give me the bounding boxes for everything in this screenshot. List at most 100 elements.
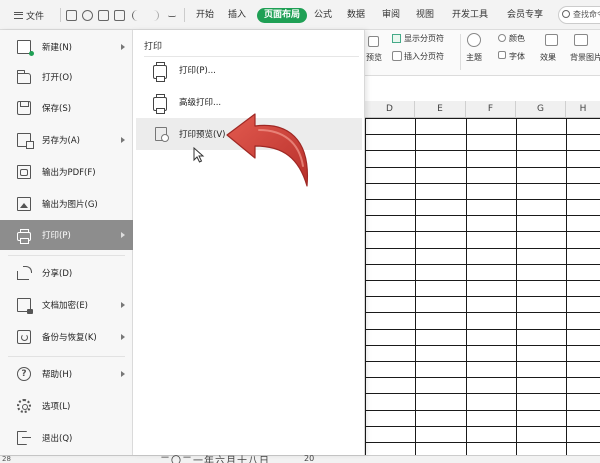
background-label[interactable]: 背景图片	[570, 52, 600, 63]
font-label[interactable]: 字体	[509, 51, 525, 62]
cell-grid[interactable]	[365, 118, 600, 460]
tab-home[interactable]: 开始	[192, 8, 218, 23]
print-quick-icon[interactable]	[98, 10, 109, 21]
color-icon[interactable]	[498, 34, 506, 42]
search-input[interactable]: 查找命令	[558, 6, 600, 24]
menu-item-label: 另存为(A)	[42, 136, 80, 146]
tab-insert[interactable]: 插入	[226, 8, 248, 23]
chevron-right-icon	[121, 137, 125, 143]
grid-row-line	[365, 425, 600, 427]
theme-label[interactable]: 主题	[466, 52, 482, 63]
effect-icon[interactable]	[545, 34, 558, 46]
tab-page-layout[interactable]: 页面布局	[257, 8, 307, 23]
menu-item-print[interactable]: 打印(P)	[0, 220, 133, 250]
grid-row-line	[365, 199, 600, 200]
theme-palette-icon[interactable]	[467, 33, 481, 47]
grid-row-line	[365, 263, 600, 265]
chevron-right-icon	[121, 334, 125, 340]
column-header-e[interactable]: E	[415, 101, 466, 118]
undo-icon[interactable]	[132, 10, 143, 21]
effect-label[interactable]: 效果	[540, 52, 556, 63]
row-number: 28	[2, 455, 11, 463]
tab-formula[interactable]: 公式	[312, 8, 334, 23]
menu-item-save[interactable]: 保存(S)	[0, 93, 133, 123]
menu-item-label: 打开(O)	[42, 73, 73, 83]
submenu-item-label: 高级打印...	[179, 98, 222, 108]
file-menu-label: 文件	[25, 11, 44, 22]
status-strip	[0, 455, 600, 463]
redo-icon[interactable]	[148, 10, 159, 21]
color-label[interactable]: 颜色	[509, 33, 525, 44]
tab-view[interactable]: 视图	[414, 8, 436, 23]
menu-item-label: 选项(L)	[42, 402, 71, 412]
exit-icon	[17, 431, 31, 445]
grid-column-line	[566, 118, 567, 455]
grid-row-line	[365, 296, 600, 298]
column-header-h[interactable]: H	[566, 101, 600, 118]
save-icon[interactable]	[66, 10, 77, 21]
advanced-printer-icon	[153, 93, 167, 114]
menu-item-label: 分享(D)	[42, 269, 73, 279]
menu-item-share[interactable]: 分享(D)	[0, 258, 133, 288]
tab-data[interactable]: 数据	[345, 8, 367, 23]
save-as-icon	[17, 133, 34, 149]
column-header-f[interactable]: F	[466, 101, 516, 118]
file-menu-panel: 新建(N) 打开(O) 保存(S) 另存为(A) 输出为PDF(F) 输出为图片…	[0, 30, 133, 455]
column-header-d[interactable]: D	[365, 101, 415, 118]
menu-item-export-image[interactable]: 输出为图片(G)	[0, 189, 133, 219]
grid-column-line	[516, 118, 517, 455]
chevron-down-icon[interactable]	[168, 11, 176, 17]
chevron-right-icon	[121, 302, 125, 308]
menu-item-label: 保存(S)	[42, 104, 72, 114]
insert-pagebreak-icon[interactable]	[392, 51, 402, 61]
grid-row-line	[365, 247, 600, 249]
grid-column-line	[365, 118, 366, 455]
grid-row-line	[365, 361, 600, 362]
backup-icon	[17, 330, 31, 344]
tab-review[interactable]: 审阅	[380, 8, 402, 23]
submenu-item-print[interactable]: 打印(P)...	[136, 54, 362, 86]
column-header-row: D E F G H	[365, 101, 600, 118]
submenu-item-label: 打印预览(V)	[179, 130, 226, 140]
menu-item-backup[interactable]: 备份与恢复(K)	[0, 322, 133, 352]
printer-icon	[17, 229, 31, 244]
menu-divider	[8, 356, 125, 357]
preview-quick-icon[interactable]	[114, 10, 125, 21]
menu-item-options[interactable]: 选项(L)	[0, 391, 133, 421]
grid-row-line	[365, 442, 600, 443]
gear-icon	[17, 399, 31, 413]
new-doc-icon	[17, 40, 34, 56]
preview-label[interactable]: 预览	[366, 52, 382, 63]
image-icon	[17, 197, 31, 211]
font-icon[interactable]	[498, 51, 506, 59]
file-menu-button[interactable]: 文件	[0, 4, 58, 26]
ribbon-tab-bar: 文件 开始 插入 页面布局 公式 数据 审阅 视图 开发工具 会员专享 查找命令	[0, 0, 600, 30]
tab-developer[interactable]: 开发工具	[449, 8, 491, 23]
menu-item-exit[interactable]: 退出(Q)	[0, 423, 133, 453]
menu-item-help[interactable]: ? 帮助(H)	[0, 359, 133, 389]
folder-icon	[17, 69, 31, 84]
menu-item-label: 输出为图片(G)	[42, 200, 98, 210]
menu-item-new[interactable]: 新建(N)	[0, 32, 133, 62]
show-pagebreak-label[interactable]: 显示分页符	[404, 33, 444, 44]
menu-item-save-as[interactable]: 另存为(A)	[0, 125, 133, 155]
menu-item-export-pdf[interactable]: 输出为PDF(F)	[0, 157, 133, 187]
tab-member[interactable]: 会员专享	[504, 8, 546, 23]
menu-item-label: 退出(Q)	[42, 434, 73, 444]
grid-row-line	[365, 182, 600, 184]
hamburger-icon	[13, 11, 23, 19]
ribbon-divider	[460, 34, 461, 70]
show-pagebreak-checkbox[interactable]	[392, 34, 401, 43]
background-image-icon[interactable]	[574, 34, 588, 46]
menu-item-label: 打印(P)	[42, 231, 71, 241]
printer-icon	[153, 61, 167, 82]
column-header-g[interactable]: G	[516, 101, 566, 118]
menu-item-encrypt[interactable]: 文档加密(E)	[0, 290, 133, 320]
insert-pagebreak-label[interactable]: 插入分页符	[404, 51, 444, 62]
menu-item-open[interactable]: 打开(O)	[0, 62, 133, 92]
print-area-icon[interactable]	[368, 36, 379, 47]
cell-number: 20	[304, 454, 315, 463]
search-icon	[562, 10, 570, 18]
undo-history-icon[interactable]	[82, 10, 93, 21]
grid-column-line	[415, 118, 416, 455]
